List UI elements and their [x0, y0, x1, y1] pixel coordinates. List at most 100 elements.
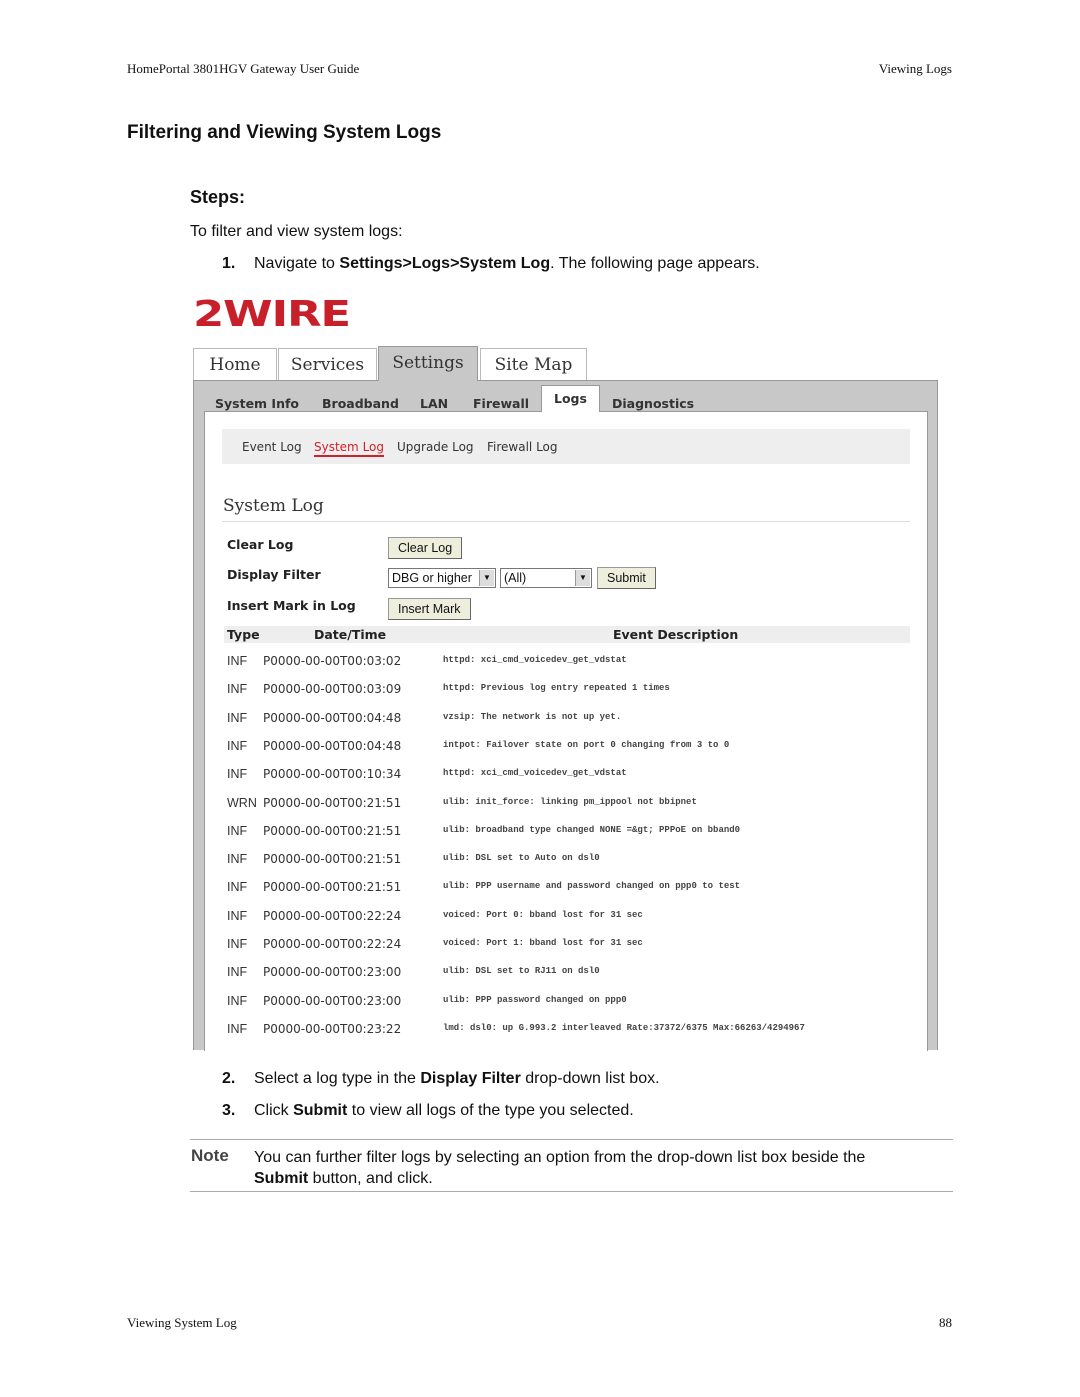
log-description: ulib: DSL set to Auto on dsl0 [443, 853, 600, 864]
table-row: INF P0000-00-00T00:23:00 ulib: PPP passwor… [205, 994, 925, 1014]
tab-site-map[interactable]: Site Map [480, 348, 587, 380]
log-description: ulib: init_force: linking pm_ippool not … [443, 796, 697, 807]
table-row: INF P0000-00-00T00:21:51 ulib: PPP usernam… [205, 880, 925, 900]
log-description: ulib: PPP username and password changed … [443, 881, 741, 892]
log-datetime: P0000-00-00T00:23:22 [263, 1021, 402, 1036]
log-datetime: P0000-00-00T00:04:48 [263, 710, 402, 725]
note-rule-top [190, 1139, 953, 1140]
subtab-diagnostics[interactable]: Diagnostics [612, 396, 694, 411]
log-datetime: P0000-00-00T00:04:48 [263, 738, 402, 753]
subtab-firewall[interactable]: Firewall [473, 396, 529, 411]
log-description: ulib: DSL set to RJ11 on dsl0 [443, 966, 600, 977]
clear-log-label: Clear Log [227, 537, 294, 552]
log-type: INF [227, 767, 248, 782]
footer-page-number: 88 [939, 1315, 952, 1330]
nav-firewall-log[interactable]: Firewall Log [487, 440, 558, 454]
log-type: INF [227, 1021, 248, 1036]
note-label: Note [191, 1146, 229, 1165]
steps-heading: Steps: [190, 187, 246, 207]
running-header-left: HomePortal 3801HGV Gateway User Guide [127, 61, 360, 76]
submit-button[interactable]: Submit [597, 567, 656, 589]
filter-level-select[interactable]: DBG or higher ▼ [388, 568, 496, 588]
log-type: INF [227, 908, 248, 923]
subtab-logs[interactable]: Logs [541, 385, 600, 412]
divider [222, 521, 910, 522]
log-datetime: P0000-00-00T00:10:34 [263, 767, 402, 782]
nav-system-log[interactable]: System Log [314, 440, 384, 457]
log-description: intpot: Failover state on port 0 changin… [443, 739, 730, 750]
table-row: INF P0000-00-00T00:22:24 voiced: Port 0: b… [205, 909, 925, 929]
filter-source-select[interactable]: (All) ▼ [500, 568, 592, 588]
clear-log-button[interactable]: Clear Log [388, 537, 463, 559]
table-row: INF P0000-00-00T00:04:48 intpot: Failover … [205, 739, 925, 759]
content-panel: Event Log System Log Upgrade Log Firewal… [204, 411, 928, 1051]
log-datetime: P0000-00-00T00:23:00 [263, 965, 402, 980]
col-type: Type [227, 627, 260, 642]
table-row: INF P0000-00-00T00:23:00 ulib: DSL set to … [205, 965, 925, 985]
chevron-down-icon: ▼ [479, 570, 494, 586]
subtab-system-info[interactable]: System Info [215, 396, 299, 411]
log-type: INF [227, 965, 248, 980]
log-type: INF [227, 823, 248, 838]
ui-screenshot: 2WIRE Home Services Site Map System Info… [193, 290, 939, 1051]
log-type: WRN [227, 795, 257, 810]
table-row: INF P0000-00-00T00:03:02 httpd: xci_cmd_vo… [205, 654, 925, 674]
log-description: lmd: dsl0: up G.993.2 interleaved Rate:3… [443, 1022, 805, 1033]
col-description: Event Description [613, 627, 739, 642]
log-description: ulib: PPP password changed on ppp0 [443, 994, 627, 1005]
step-3: 3. Click Submit to view all logs of the … [222, 1102, 634, 1119]
log-datetime: P0000-00-00T00:03:09 [263, 682, 402, 697]
note-text: You can further filter logs by selecting… [254, 1149, 866, 1187]
table-header: Type Date/Time Event Description [224, 626, 910, 643]
subtab-lan[interactable]: LAN [420, 396, 448, 411]
step-1: 1. Navigate to Settings>Logs>System Log.… [222, 255, 760, 272]
insert-mark-button[interactable]: Insert Mark [388, 598, 471, 620]
log-type: INF [227, 710, 248, 725]
log-description: ulib: broadband type changed NONE =&gt; … [443, 824, 741, 835]
log-description: voiced: Port 0: bband lost for 31 sec [443, 909, 643, 920]
step-2: 2. Select a log type in the Display Filt… [222, 1070, 660, 1087]
table-row: INF P0000-00-00T00:23:22 lmd: dsl0: up G.9… [205, 1022, 925, 1042]
log-datetime: P0000-00-00T00:22:24 [263, 937, 402, 951]
log-datetime: P0000-00-00T00:03:02 [263, 654, 402, 668]
col-datetime: Date/Time [314, 627, 387, 642]
section-title: System Log [223, 496, 324, 516]
intro-text: To filter and view system logs: [190, 223, 403, 240]
log-datetime: P0000-00-00T00:23:00 [263, 993, 402, 1008]
log-type: INF [227, 880, 248, 895]
log-datetime: P0000-00-00T00:22:24 [263, 908, 402, 923]
footer-left: Viewing System Log [127, 1315, 237, 1330]
log-type: INF [227, 654, 248, 668]
table-row: WRN P0000-00-00T00:21:51 ulib: init_force:… [205, 796, 925, 816]
log-type: INF [227, 738, 248, 753]
log-type: INF [227, 993, 248, 1008]
note-rule-bottom [190, 1191, 953, 1192]
settings-frame: System Info Broadband LAN Firewall Diagn… [193, 380, 938, 1051]
log-type: INF [227, 937, 248, 951]
table-row: INF P0000-00-00T00:04:48 vzsip: The networ… [205, 711, 925, 731]
table-row: INF P0000-00-00T00:03:09 httpd: Previous l… [205, 682, 925, 702]
log-type: INF [227, 682, 248, 697]
table-row: INF P0000-00-00T00:21:51 ulib: DSL set to … [205, 852, 925, 872]
display-filter-label: Display Filter [227, 567, 321, 582]
log-datetime: P0000-00-00T00:21:51 [263, 880, 402, 895]
nav-event-log[interactable]: Event Log [242, 440, 302, 454]
page-title: Filtering and Viewing System Logs [127, 122, 442, 143]
log-datetime: P0000-00-00T00:21:51 [263, 823, 402, 838]
document-page: HomePortal 3801HGV Gateway User Guide Vi… [0, 0, 1080, 1397]
subtab-broadband[interactable]: Broadband [322, 396, 399, 411]
log-nav: Event Log System Log Upgrade Log Firewal… [222, 429, 910, 464]
log-description: httpd: xci_cmd_voicedev_get_vdstat [443, 768, 627, 779]
insert-mark-label: Insert Mark in Log [227, 598, 356, 613]
tab-services[interactable]: Services [278, 348, 377, 380]
log-type: INF [227, 852, 248, 867]
table-row: INF P0000-00-00T00:10:34 httpd: xci_cmd_vo… [205, 767, 925, 787]
tab-settings[interactable]: Settings [378, 346, 478, 381]
log-description: voiced: Port 1: bband lost for 31 sec [443, 938, 643, 948]
table-row: INF P0000-00-00T00:22:24 voiced: Port 1: b… [205, 937, 925, 957]
log-description: httpd: Previous log entry repeated 1 tim… [443, 683, 670, 694]
2wire-logo: 2WIRE [193, 294, 351, 335]
table-row: INF P0000-00-00T00:21:51 ulib: broadband t… [205, 824, 925, 844]
tab-home[interactable]: Home [193, 348, 277, 380]
nav-upgrade-log[interactable]: Upgrade Log [397, 440, 474, 454]
